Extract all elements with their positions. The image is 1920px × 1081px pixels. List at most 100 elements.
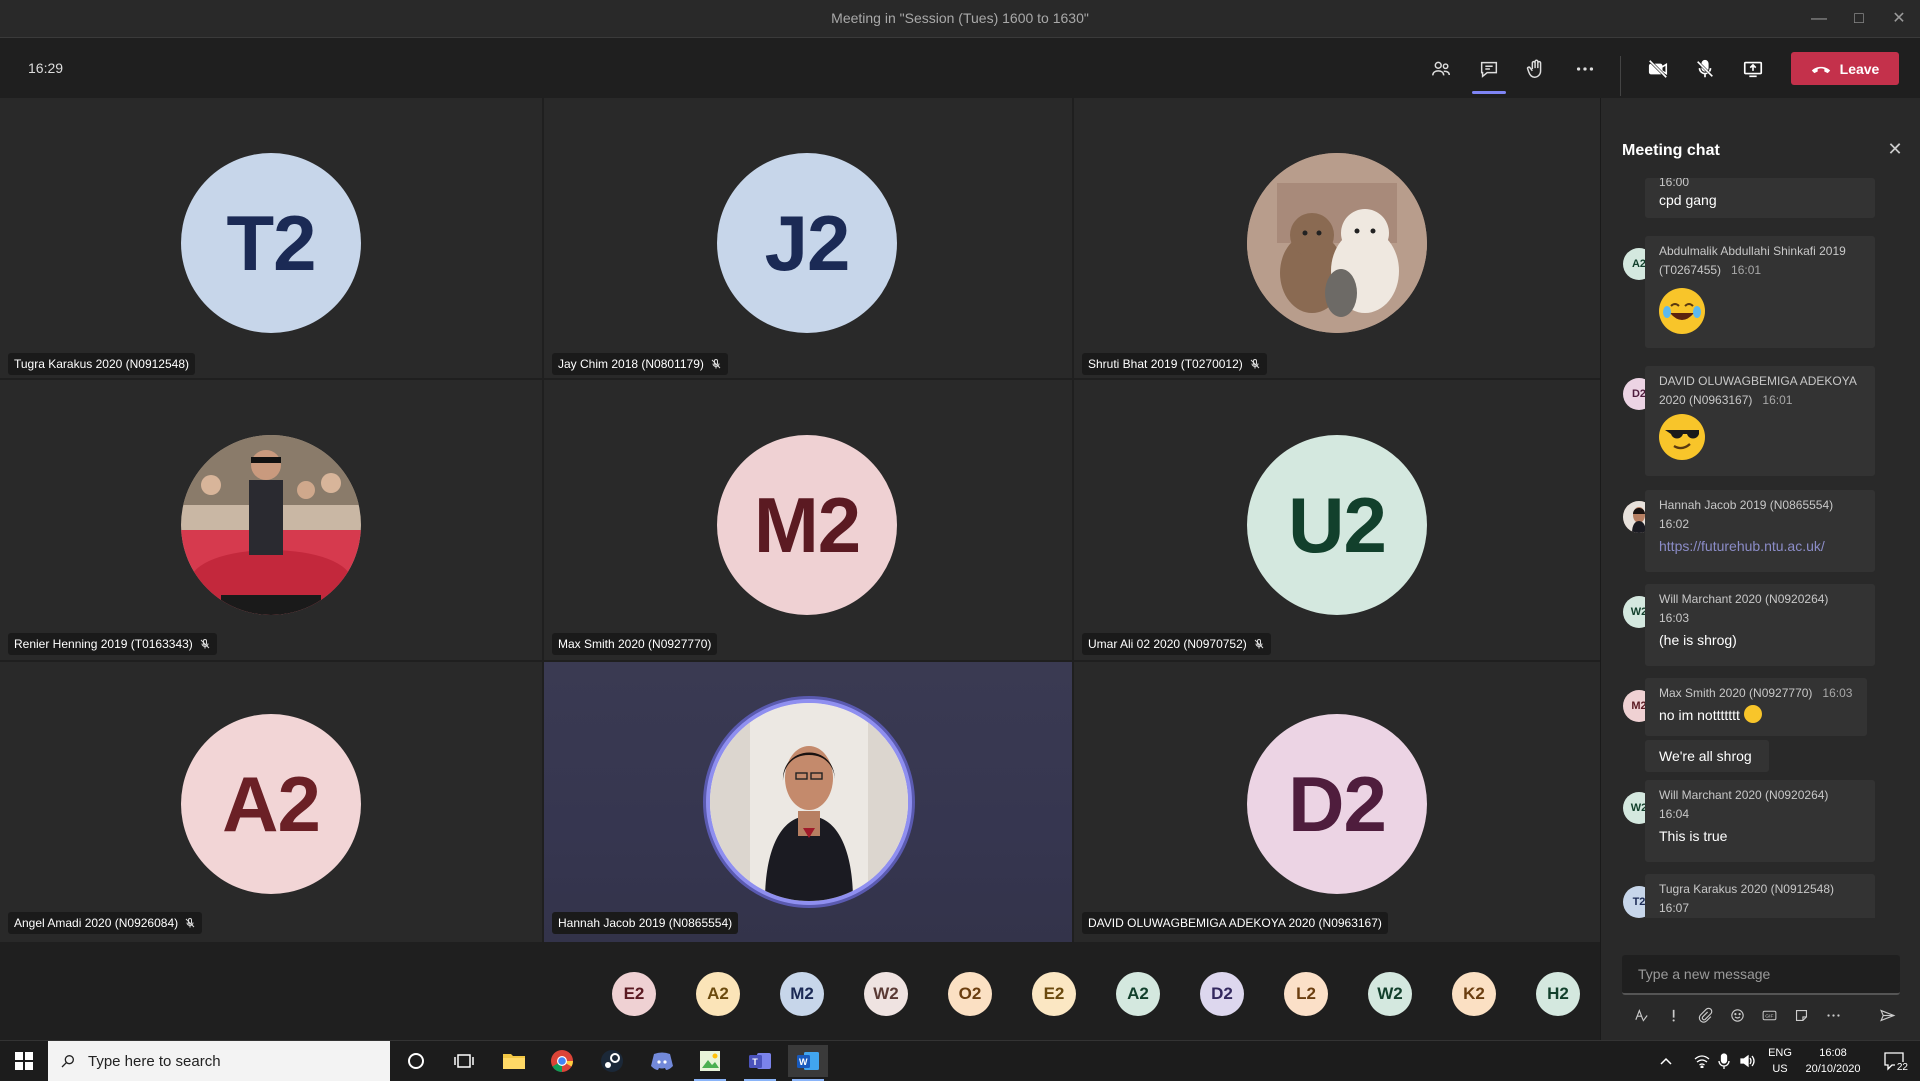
- svg-text:W: W: [799, 1057, 808, 1067]
- meeting-chat-panel: Meeting chat ✕ 16:00 cpd gang A2 Abdulma…: [1600, 98, 1920, 1040]
- chat-time: 16:01: [1731, 263, 1762, 277]
- chat-sender: Hannah Jacob 2019 (N0865554): [1659, 498, 1834, 512]
- attach-icon[interactable]: [1694, 1004, 1716, 1026]
- participant-name: Max Smith 2020 (N0927770): [558, 637, 712, 651]
- participant-avatar: D2: [1247, 714, 1427, 894]
- window-titlebar: Meeting in "Session (Tues) 1600 to 1630"…: [0, 0, 1920, 38]
- format-icon[interactable]: [1630, 1004, 1652, 1026]
- important-icon[interactable]: [1662, 1004, 1684, 1026]
- participant-tile[interactable]: A2 Angel Amadi 2020 (N0926084): [0, 662, 542, 942]
- more-options-icon[interactable]: [1568, 52, 1602, 86]
- windows-start-icon[interactable]: [4, 1045, 44, 1077]
- steam-icon[interactable]: [592, 1045, 632, 1077]
- participant-avatar: J2: [717, 153, 897, 333]
- participant-tile[interactable]: U2 Umar Ali 02 2020 (N0970752): [1074, 380, 1600, 660]
- participant-name-tag: DAVID OLUWAGBEMIGA ADEKOYA 2020 (N096316…: [1082, 912, 1388, 934]
- participant-tile[interactable]: M2 Max Smith 2020 (N0927770): [544, 380, 1072, 660]
- chat-time: 16:03: [1659, 611, 1690, 625]
- taskbar-time: 16:08: [1819, 1047, 1847, 1059]
- share-screen-icon[interactable]: [1736, 52, 1770, 86]
- emoji-icon[interactable]: [1726, 1004, 1748, 1026]
- participant-name-tag: Angel Amadi 2020 (N0926084): [8, 912, 203, 934]
- notification-center-icon[interactable]: 22: [1874, 1045, 1914, 1077]
- roster-avatar[interactable]: K2: [1452, 972, 1496, 1016]
- chat-sender: Will Marchant 2020 (N0920264): [1659, 788, 1829, 802]
- chat-sender: Tugra Karakus 2020 (N0912548): [1659, 882, 1834, 896]
- roster-avatar[interactable]: H2: [1536, 972, 1580, 1016]
- camera-off-icon[interactable]: [1641, 52, 1675, 86]
- roster-avatar[interactable]: E2: [1032, 972, 1076, 1016]
- participant-tile[interactable]: J2 Jay Chim 2018 (N0801179): [544, 98, 1072, 378]
- participant-tile[interactable]: Renier Henning 2019 (T0163343): [0, 380, 542, 660]
- roster-avatar[interactable]: M2: [780, 972, 824, 1016]
- taskbar-date: 20/10/2020: [1805, 1063, 1861, 1075]
- language-indicator[interactable]: ENG US: [1762, 1045, 1798, 1077]
- maximize-icon[interactable]: □: [1844, 4, 1874, 34]
- cortana-icon[interactable]: [396, 1045, 436, 1077]
- teams-icon[interactable]: T: [740, 1045, 780, 1081]
- discord-icon[interactable]: [642, 1045, 682, 1077]
- taskbar-search[interactable]: Type here to search: [48, 1041, 390, 1081]
- chrome-icon[interactable]: [542, 1045, 582, 1077]
- muted-mic-icon: [711, 359, 721, 369]
- compose-box[interactable]: [1622, 955, 1900, 995]
- search-icon: [61, 1055, 74, 1068]
- participant-name-tag: Tugra Karakus 2020 (N0912548): [8, 353, 195, 375]
- roster-avatar[interactable]: A2: [1116, 972, 1160, 1016]
- participant-tile[interactable]: T2 Tugra Karakus 2020 (N0912548): [0, 98, 542, 378]
- chat-body: This is true: [1659, 828, 1728, 844]
- close-chat-icon[interactable]: ✕: [1884, 138, 1906, 160]
- participant-avatar: A2: [181, 714, 361, 894]
- participant-name-tag: Umar Ali 02 2020 (N0970752): [1082, 633, 1271, 655]
- participant-tile[interactable]: D2 DAVID OLUWAGBEMIGA ADEKOYA 2020 (N096…: [1074, 662, 1600, 942]
- chat-link[interactable]: https://futurehub.ntu.ac.uk/: [1659, 536, 1865, 556]
- chat-message-list[interactable]: 16:00 cpd gang A2 Abdulmalik Abdullahi S…: [1601, 178, 1920, 918]
- send-icon[interactable]: [1876, 1004, 1898, 1026]
- roster-avatar[interactable]: E2: [612, 972, 656, 1016]
- participant-name-tag: Shruti Bhat 2019 (T0270012): [1082, 353, 1267, 375]
- chat-sender: Will Marchant 2020 (N0920264): [1659, 592, 1829, 606]
- roster-avatar[interactable]: W2: [1368, 972, 1412, 1016]
- chat-time: 16:00: [1659, 178, 1690, 189]
- word-icon[interactable]: W: [788, 1045, 828, 1081]
- file-explorer-icon[interactable]: [494, 1045, 534, 1077]
- participants-icon[interactable]: [1424, 52, 1458, 86]
- roster-avatar[interactable]: D2: [1200, 972, 1244, 1016]
- taskbar-search-placeholder: Type here to search: [88, 1052, 221, 1070]
- roster-avatar[interactable]: O2: [948, 972, 992, 1016]
- gif-icon[interactable]: GIF: [1758, 1004, 1780, 1026]
- roster-avatar[interactable]: A2: [696, 972, 740, 1016]
- roster-avatar[interactable]: W2: [864, 972, 908, 1016]
- message-input[interactable]: [1622, 955, 1900, 993]
- sticker-icon[interactable]: [1790, 1004, 1812, 1026]
- task-view-icon[interactable]: [444, 1045, 484, 1077]
- chat-body: cpd gang: [1659, 192, 1717, 208]
- language-code: ENG: [1768, 1047, 1792, 1059]
- chat-time: 16:03: [1822, 686, 1853, 700]
- volume-icon[interactable]: [1736, 1045, 1760, 1077]
- keyboard-layout: US: [1772, 1063, 1788, 1075]
- minimize-icon[interactable]: —: [1804, 4, 1834, 34]
- raise-hand-icon[interactable]: [1519, 52, 1553, 86]
- microphone-icon[interactable]: [1712, 1045, 1736, 1077]
- chat-sender: DAVID OLUWAGBEMIGA ADEKOYA 2020 (N096316…: [1659, 374, 1857, 407]
- leave-button[interactable]: Leave: [1791, 52, 1899, 85]
- muted-mic-icon: [1254, 639, 1264, 649]
- participant-tile-speaking[interactable]: Hannah Jacob 2019 (N0865554): [544, 662, 1072, 942]
- chat-time: 16:02: [1659, 517, 1690, 531]
- taskbar-clock[interactable]: 16:08 20/10/2020: [1800, 1045, 1866, 1077]
- chat-time: 16:07: [1659, 901, 1690, 915]
- participant-tile[interactable]: Shruti Bhat 2019 (T0270012): [1074, 98, 1600, 378]
- more-compose-options-icon[interactable]: [1822, 1004, 1844, 1026]
- show-hidden-icons-icon[interactable]: [1654, 1045, 1678, 1077]
- mic-off-icon[interactable]: [1688, 52, 1722, 86]
- chat-message: Abdulmalik Abdullahi Shinkafi 2019 (T026…: [1645, 236, 1875, 348]
- roster-avatar[interactable]: L2: [1284, 972, 1328, 1016]
- chat-avatar-initials: A2: [1631, 258, 1647, 270]
- close-window-icon[interactable]: ✕: [1884, 4, 1914, 34]
- wifi-icon[interactable]: [1690, 1045, 1714, 1077]
- participant-name: Hannah Jacob 2019 (N0865554): [558, 916, 733, 930]
- chat-message: Hannah Jacob 2019 (N0865554) 16:02 https:…: [1645, 490, 1875, 572]
- paint-icon[interactable]: [690, 1045, 730, 1081]
- chat-icon[interactable]: [1472, 52, 1506, 94]
